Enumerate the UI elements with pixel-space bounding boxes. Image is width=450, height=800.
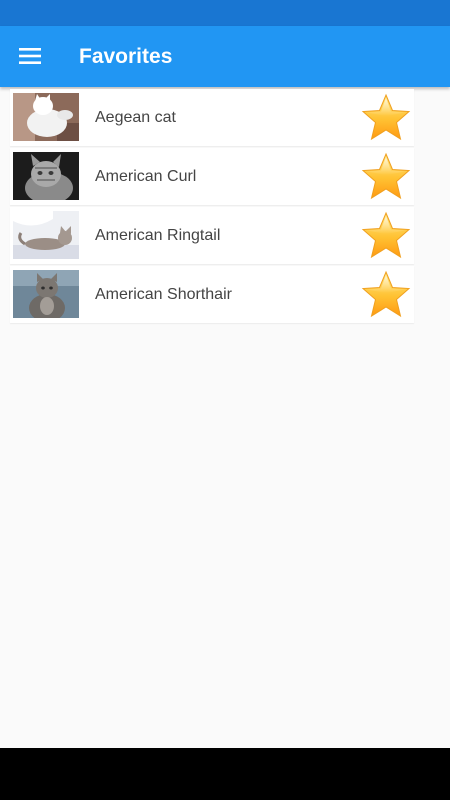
list-item[interactable]: American Shorthair bbox=[10, 266, 414, 323]
favorite-star-icon[interactable] bbox=[360, 151, 412, 203]
cat-name: American Ringtail bbox=[95, 227, 221, 244]
app-bar: Favorites bbox=[0, 26, 450, 87]
cat-thumbnail bbox=[13, 152, 79, 200]
cat-thumbnail bbox=[13, 211, 79, 259]
cat-thumbnail bbox=[13, 270, 79, 318]
list-item[interactable]: American Curl bbox=[10, 148, 414, 205]
favorite-star-icon[interactable] bbox=[360, 269, 412, 321]
cat-thumbnail bbox=[13, 93, 79, 141]
cat-name: American Shorthair bbox=[95, 286, 232, 303]
cat-name: American Curl bbox=[95, 168, 197, 185]
page-title: Favorites bbox=[79, 45, 173, 68]
hamburger-menu-icon bbox=[19, 48, 41, 64]
favorite-star-icon[interactable] bbox=[360, 210, 412, 262]
list-item[interactable]: American Ringtail bbox=[10, 207, 414, 264]
status-bar bbox=[0, 0, 450, 26]
favorites-list: Aegean cat American Curl American Ringta… bbox=[10, 87, 414, 323]
list-item[interactable]: Aegean cat bbox=[10, 89, 414, 146]
favorite-star-icon[interactable] bbox=[360, 92, 412, 144]
navigation-bar bbox=[0, 748, 450, 800]
menu-button[interactable] bbox=[10, 36, 50, 76]
cat-name: Aegean cat bbox=[95, 109, 176, 126]
